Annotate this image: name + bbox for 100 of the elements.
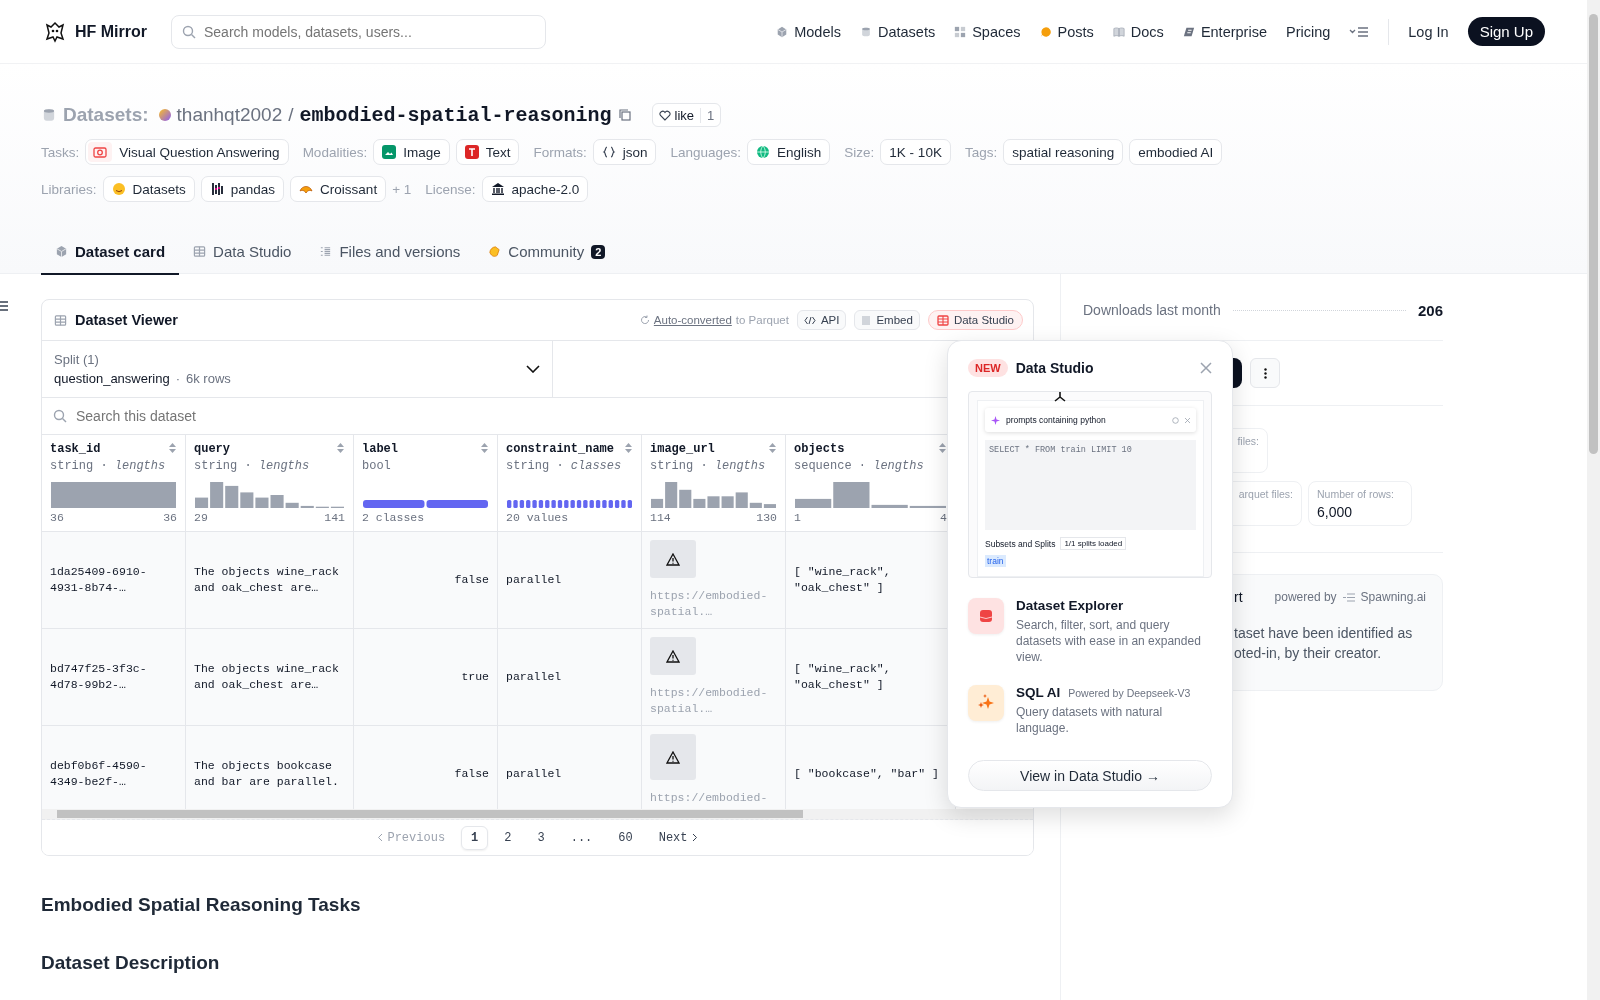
- nav-link[interactable]: Datasets: [859, 23, 936, 40]
- search-field[interactable]: Search models, datasets, users...: [171, 14, 546, 49]
- table-cell-text: The objects wine_rack and oak_chest are…: [194, 661, 340, 693]
- files-icon: [319, 245, 333, 258]
- signup-button[interactable]: Sign Up: [1467, 17, 1545, 46]
- refresh-icon: [639, 315, 650, 325]
- dataset-name[interactable]: embodied-spatial-reasoning: [299, 103, 612, 127]
- next-link[interactable]: Next: [648, 825, 708, 850]
- feature-title: Dataset Explorer: [1016, 598, 1124, 613]
- tag[interactable]: apache-2.0: [481, 176, 589, 202]
- column-name[interactable]: image_url: [650, 442, 715, 456]
- logo-icon: [43, 20, 67, 43]
- max-label: 130: [756, 511, 777, 524]
- feature-note: Powered by Deepseek-V3: [1068, 687, 1191, 699]
- spinner-icon: [1172, 416, 1179, 424]
- close-icon[interactable]: [1200, 362, 1212, 374]
- nav-link[interactable]: Posts: [1039, 23, 1094, 40]
- search-icon: [182, 24, 196, 39]
- sort-icon[interactable]: [480, 442, 489, 454]
- nav-link[interactable]: Spaces: [954, 23, 1021, 40]
- viewer-action-button[interactable]: Embed: [854, 310, 920, 330]
- text-icon: [464, 145, 479, 159]
- image-icon: [382, 145, 397, 159]
- tag[interactable]: json: [592, 139, 657, 165]
- chevron-down-icon: [526, 365, 540, 373]
- brand-name[interactable]: HF Mirror: [75, 22, 147, 41]
- table-cell-text: bd747f25-3f3c-4d78-99b2-…: [50, 661, 148, 693]
- split-dropdown[interactable]: Split (1) question_answering · 6k rows: [42, 341, 553, 397]
- tag[interactable]: Image: [373, 139, 450, 165]
- cube-icon: [55, 245, 68, 258]
- notice-title: rt: [1234, 589, 1243, 605]
- page-link[interactable]: 60: [608, 825, 643, 850]
- owner-link[interactable]: thanhqt2002: [176, 104, 283, 126]
- converted-link[interactable]: Auto-converted: [653, 314, 732, 326]
- tag[interactable]: Text: [455, 139, 520, 165]
- more-icon: [1263, 367, 1267, 379]
- sort-icon[interactable]: [336, 442, 345, 454]
- table-icon: [193, 245, 207, 258]
- like-button[interactable]: like 1: [651, 103, 722, 127]
- tag[interactable]: Visual Question Answering: [85, 139, 289, 165]
- tag[interactable]: Croissant: [290, 176, 387, 202]
- notice-text: oted-in, by their creator.: [1234, 644, 1383, 663]
- column-name[interactable]: label: [362, 442, 398, 456]
- tag[interactable]: English: [747, 139, 831, 165]
- tag[interactable]: 1K - 10K: [880, 139, 951, 165]
- provider-link[interactable]: Spawning.ai: [1360, 590, 1426, 604]
- code-icon: [803, 315, 816, 325]
- login-link[interactable]: Log In: [1408, 23, 1449, 40]
- tag[interactable]: pandas: [200, 176, 285, 202]
- nav-link[interactable]: Docs: [1112, 23, 1164, 40]
- menu-icon[interactable]: [1349, 25, 1370, 38]
- copy-icon[interactable]: [617, 108, 632, 122]
- tab[interactable]: Community 2: [474, 230, 620, 275]
- column-name[interactable]: query: [194, 442, 230, 456]
- table-cell-text: The objects wine_rack and oak_chest are…: [194, 564, 340, 596]
- page-link[interactable]: 1: [461, 825, 489, 850]
- nav-link[interactable]: Pricing: [1285, 23, 1331, 40]
- table-cell: false: [454, 572, 489, 588]
- viewer-action-button[interactable]: Data Studio: [927, 310, 1023, 330]
- viewer-action-button[interactable]: API: [796, 310, 847, 330]
- tab[interactable]: Dataset card: [41, 230, 180, 275]
- meta-label: Languages:: [670, 144, 742, 160]
- page-scrollbar[interactable]: [1587, 0, 1600, 1000]
- nav-link[interactable]: Models: [776, 23, 841, 40]
- tab[interactable]: Files and versions: [305, 230, 475, 275]
- meta-label: Tags:: [964, 144, 998, 160]
- database-icon: [859, 25, 872, 38]
- warning-icon: [666, 552, 680, 566]
- table-cell-text: 1da25409-6910-4931-8b74-…: [50, 564, 148, 596]
- search-icon: [53, 409, 67, 423]
- column-name[interactable]: constraint_name: [506, 442, 615, 456]
- tag[interactable]: embodied AI: [1129, 139, 1223, 165]
- sort-icon[interactable]: [624, 442, 633, 454]
- notice-text: taset have been identified as: [1234, 624, 1414, 643]
- min-label: 29: [194, 511, 208, 524]
- powered-by-label: powered by: [1274, 590, 1337, 604]
- page-link[interactable]: ...: [560, 825, 603, 850]
- page-link[interactable]: 3: [527, 825, 555, 850]
- horizontal-scrollbar[interactable]: [42, 809, 1033, 820]
- tab[interactable]: Data Studio: [179, 230, 306, 275]
- feature-description: Search, filter, sort, and query datasets with ease in an expanded view.: [1016, 617, 1202, 665]
- more-button[interactable]: [1250, 358, 1280, 388]
- globe-icon: [756, 145, 771, 159]
- menu-icon[interactable]: [0, 301, 8, 311]
- close-icon: [1185, 417, 1190, 423]
- new-badge: NEW: [968, 359, 1008, 377]
- camera-icon: [88, 142, 113, 162]
- sort-icon[interactable]: [168, 442, 177, 454]
- nav-link[interactable]: Enterprise: [1182, 23, 1267, 40]
- sort-icon[interactable]: [768, 442, 777, 454]
- tag[interactable]: Datasets: [102, 176, 195, 202]
- tag[interactable]: spatial reasoning: [1003, 139, 1124, 165]
- page-link[interactable]: 2: [494, 825, 522, 850]
- table-cell: parallel: [506, 572, 562, 588]
- popup-title: Data Studio: [1015, 360, 1094, 376]
- column-name[interactable]: objects: [794, 442, 845, 456]
- max-label: 4: [940, 511, 947, 524]
- database-icon: [41, 107, 57, 123]
- view-in-studio-button[interactable]: View in Data Studio →: [968, 760, 1212, 791]
- column-name[interactable]: task_id: [50, 442, 101, 456]
